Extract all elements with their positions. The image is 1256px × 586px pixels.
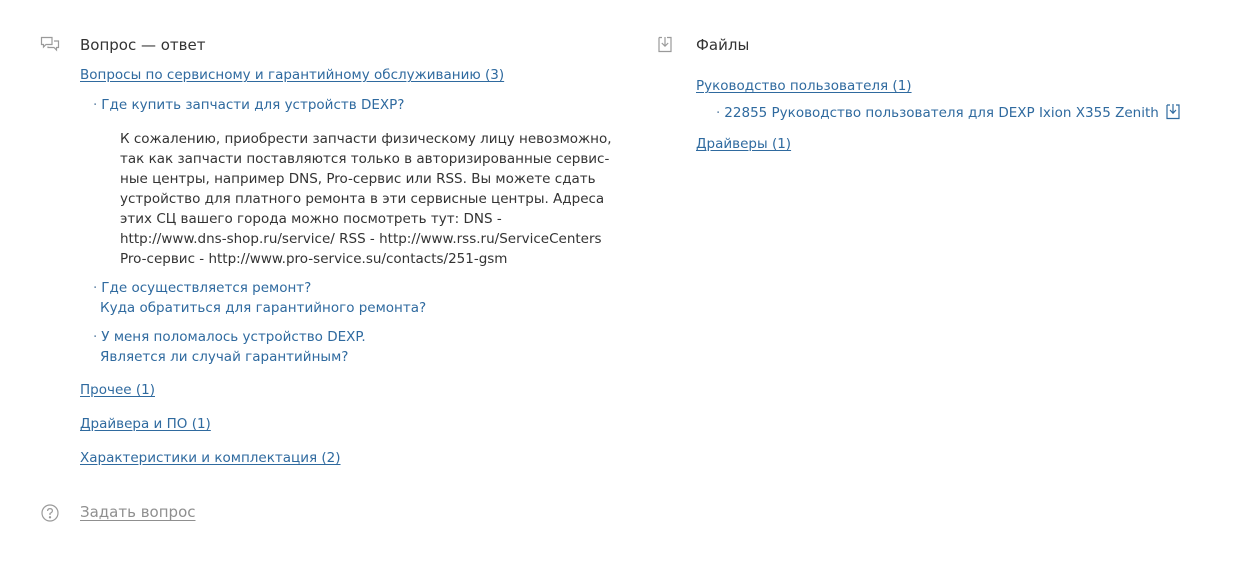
download-icon[interactable] <box>1165 103 1181 126</box>
answer-line: ные центры, например DNS, Pro-сервис или… <box>120 171 596 187</box>
question-circle-icon <box>40 504 60 522</box>
question-warranty-case[interactable]: · У меня поломалось устройство DEXP. Явля… <box>93 327 366 367</box>
faq-title: Вопрос — ответ <box>80 36 206 54</box>
category-drivers-software-link[interactable]: Драйвера и ПО (1) <box>80 416 211 432</box>
question-text: Является ли случай гарантийным? <box>100 349 349 365</box>
question-text: У меня поломалось устройство DEXP. <box>101 329 366 345</box>
category-service-link[interactable]: Вопросы по сервисному и гарантийному обс… <box>80 67 504 83</box>
answer-spare-parts: К сожалению, приобрести запчасти физичес… <box>120 129 620 269</box>
answer-line: так как запчасти поставляются только в а… <box>120 151 610 167</box>
question-text: Где осуществляется ремонт? <box>101 280 312 296</box>
answer-line: этих СЦ вашего города можно посмотреть т… <box>120 211 502 227</box>
category-specs-link[interactable]: Характеристики и комплектация (2) <box>80 450 341 466</box>
category-manual-link[interactable]: Руководство пользователя (1) <box>696 78 912 94</box>
bullet: · <box>93 280 98 296</box>
bullet: · <box>93 97 98 113</box>
question-text: Куда обратиться для гарантийного ремонта… <box>100 300 427 316</box>
question-repair-location[interactable]: · Где осуществляется ремонт? Куда обратит… <box>93 278 426 318</box>
category-other-link[interactable]: Прочее (1) <box>80 382 155 398</box>
files-title: Файлы <box>696 36 750 54</box>
answer-line: Pro-сервис - http://www.pro-service.su/c… <box>120 251 508 267</box>
question-text: Где купить запчасти для устройств DEXP? <box>101 97 405 113</box>
answer-line: http://www.dns-shop.ru/service/ RSS - ht… <box>120 231 602 247</box>
file-manual-item[interactable]: · 22855 Руководство пользователя для DEXP… <box>716 103 1181 126</box>
ask-question-link[interactable]: Задать вопрос <box>80 503 196 521</box>
download-icon <box>656 36 676 54</box>
chat-bubbles-icon <box>40 36 60 54</box>
category-drivers-link[interactable]: Драйверы (1) <box>696 136 791 152</box>
answer-line: устройство для платного ремонта в эти се… <box>120 191 605 207</box>
question-spare-parts[interactable]: · Где купить запчасти для устройств DEXP? <box>93 95 404 115</box>
bullet: · <box>716 105 721 121</box>
file-name: 22855 Руководство пользователя для DEXP … <box>724 105 1159 121</box>
answer-line: К сожалению, приобрести запчасти физичес… <box>120 131 612 147</box>
bullet: · <box>93 329 98 345</box>
